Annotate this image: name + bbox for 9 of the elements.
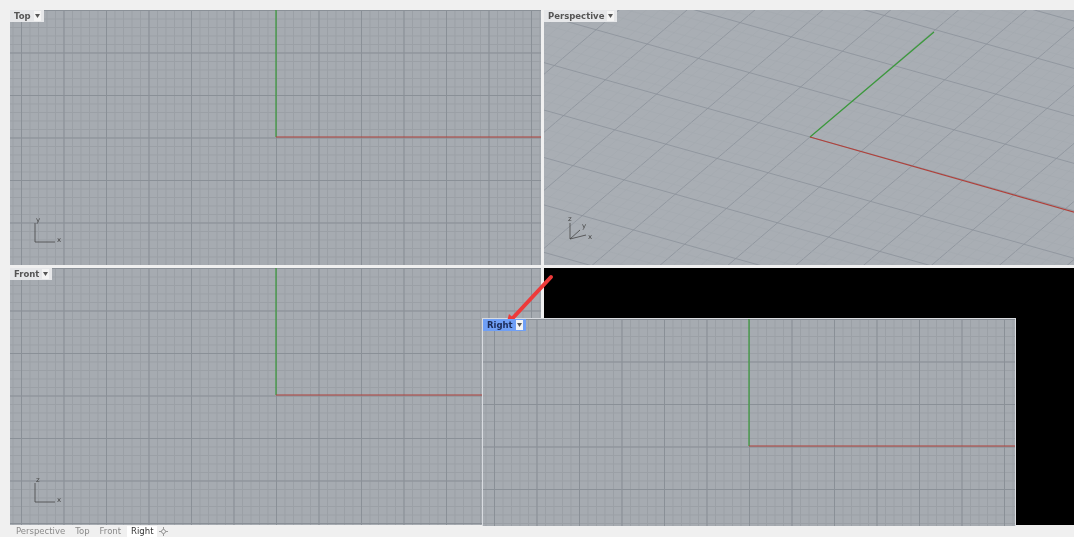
viewport-tab[interactable]: Front — [95, 526, 126, 537]
viewport-title-tab[interactable]: Front — [10, 268, 53, 280]
viewport-tab[interactable]: Right — [127, 526, 158, 537]
viewport-tab[interactable]: Top — [71, 526, 94, 537]
viewport-tab[interactable]: Perspective — [12, 526, 70, 537]
viewport[interactable]: Right — [482, 318, 1016, 526]
viewport-title-tab[interactable]: Right — [483, 319, 526, 331]
viewport-title-tab[interactable]: Perspective — [544, 10, 618, 22]
viewport-title-tab[interactable]: Top — [10, 10, 44, 22]
